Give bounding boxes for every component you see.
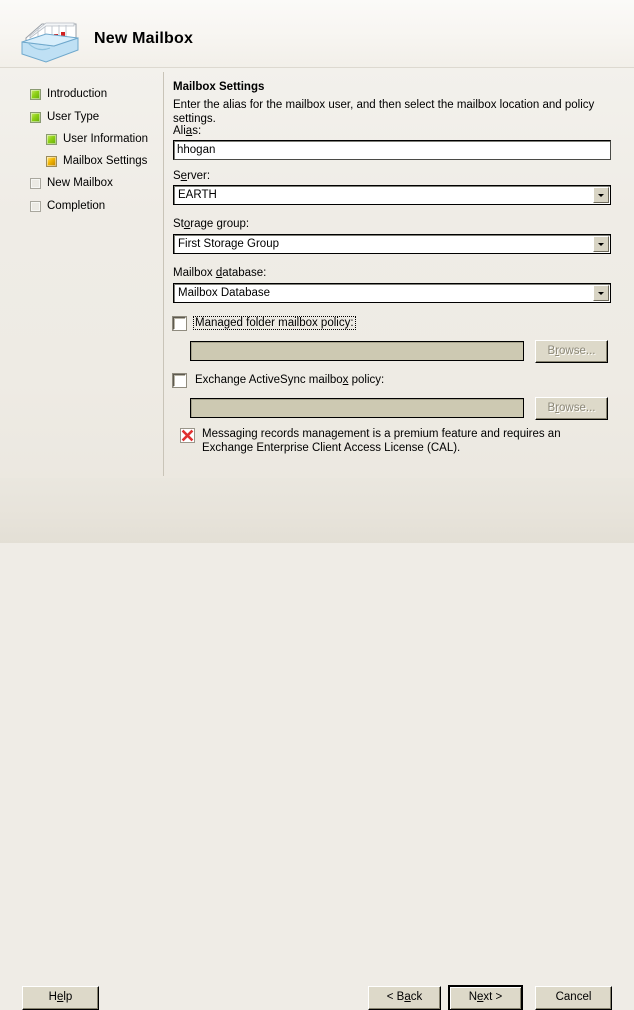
next-label-pre: N <box>468 991 478 1003</box>
step-status-icon-pending <box>30 177 41 189</box>
alias-label-post: s: <box>192 125 202 137</box>
activesync-policy-field <box>190 398 524 418</box>
step-status-icon-pending <box>30 200 41 212</box>
sidebar-item-mailbox-settings[interactable]: Mailbox Settings <box>46 153 147 169</box>
alias-label-pre: Ali <box>173 125 186 137</box>
chevron-down-icon[interactable] <box>593 187 609 203</box>
cancel-label: Cancel <box>555 991 592 1003</box>
new-mailbox-wizard: New Mailbox Introduction User Type User … <box>0 0 634 1010</box>
activesync-browse-button: Browse... <box>535 397 608 420</box>
mailbox-tray-icon <box>16 16 82 64</box>
sidebar-item-label: Introduction <box>47 88 108 100</box>
activesync-policy-checkbox-row[interactable]: Exchange ActiveSync mailbox policy: <box>173 373 386 387</box>
server-label: Server: <box>173 170 210 182</box>
help-label-post: lp <box>63 991 73 1003</box>
back-button[interactable]: < Back <box>368 986 441 1010</box>
sidebar-item-completion[interactable]: Completion <box>30 198 105 214</box>
activesync-label-pre: Exchange ActiveSync mailbo <box>195 374 343 386</box>
mailbox-database-combobox-value: Mailbox Database <box>178 287 271 299</box>
help-button[interactable]: Help <box>22 986 99 1010</box>
sidebar-item-label: Mailbox Settings <box>63 155 148 167</box>
alias-label: Alias: <box>173 125 201 137</box>
chevron-down-icon[interactable] <box>593 236 609 252</box>
sidebar-item-user-information[interactable]: User Information <box>46 131 148 147</box>
cancel-button[interactable]: Cancel <box>535 986 612 1010</box>
storage-group-label-pre: St <box>173 218 184 230</box>
next-label-post: xt > <box>483 991 503 1003</box>
broken-image-icon <box>180 428 195 443</box>
alias-input[interactable] <box>173 140 611 160</box>
step-status-icon-done <box>46 133 57 145</box>
managed-folder-policy-label: Managed folder mailbox policy: <box>193 316 356 330</box>
server-combobox[interactable]: EARTH <box>173 185 611 205</box>
back-label-pre: < B <box>386 991 405 1003</box>
activesync-policy-label: Exchange ActiveSync mailbox policy: <box>193 373 386 387</box>
storage-group-combobox-value: First Storage Group <box>178 238 279 250</box>
activesync-label-post: policy: <box>348 374 385 386</box>
managed-folder-policy-checkbox-row[interactable]: Managed folder mailbox policy: <box>173 316 356 330</box>
sidebar-item-user-type[interactable]: User Type <box>30 109 99 125</box>
premium-feature-note: Messaging records management is a premiu… <box>180 427 610 455</box>
sidebar-item-label: User Information <box>63 133 149 145</box>
server-label-pre: S <box>173 170 181 182</box>
activesync-policy-checkbox[interactable] <box>173 373 186 387</box>
server-combobox-value: EARTH <box>178 189 217 201</box>
pane-description: Enter the alias for the mailbox user, an… <box>173 99 595 125</box>
sidebar-item-label: Completion <box>47 200 106 212</box>
premium-feature-note-text: Messaging records management is a premiu… <box>202 428 561 454</box>
chevron-down-icon[interactable] <box>593 285 609 301</box>
next-button[interactable]: Next > <box>449 986 522 1010</box>
page-title: New Mailbox <box>94 30 194 47</box>
browse-label-post: owse... <box>559 345 596 357</box>
mailbox-database-label-pre: Mailbox <box>173 267 216 279</box>
mailbox-settings-pane: Mailbox Settings Enter the alias for the… <box>164 68 634 478</box>
storage-group-label: Storage group: <box>173 218 249 230</box>
storage-group-label-post: rage group: <box>190 218 250 230</box>
help-label-pre: H <box>48 991 57 1003</box>
sidebar-item-label: User Type <box>47 111 100 123</box>
sidebar-item-new-mailbox[interactable]: New Mailbox <box>30 175 113 191</box>
wizard-footer: Help < Back Next > Cancel <box>0 478 634 1010</box>
step-status-icon-done <box>30 88 41 100</box>
mailbox-database-combobox[interactable]: Mailbox Database <box>173 283 611 303</box>
managed-folder-browse-button: Browse... <box>535 340 608 363</box>
managed-folder-policy-checkbox[interactable] <box>173 316 186 330</box>
pane-title: Mailbox Settings <box>173 81 265 93</box>
sidebar-item-introduction[interactable]: Introduction <box>30 86 107 102</box>
step-status-icon-current <box>46 155 57 167</box>
browse-label-post: owse... <box>559 402 596 414</box>
managed-folder-policy-field <box>190 341 524 361</box>
wizard-header: New Mailbox <box>0 0 634 68</box>
sidebar-item-label: New Mailbox <box>47 177 113 189</box>
mailbox-database-label: Mailbox database: <box>173 267 266 279</box>
step-status-icon-done <box>30 111 41 123</box>
storage-group-combobox[interactable]: First Storage Group <box>173 234 611 254</box>
back-label-post: ck <box>410 991 423 1003</box>
mailbox-database-label-post: atabase: <box>222 267 267 279</box>
server-label-post: rver: <box>187 170 211 182</box>
wizard-steps-sidebar: Introduction User Type User Information … <box>0 68 163 478</box>
